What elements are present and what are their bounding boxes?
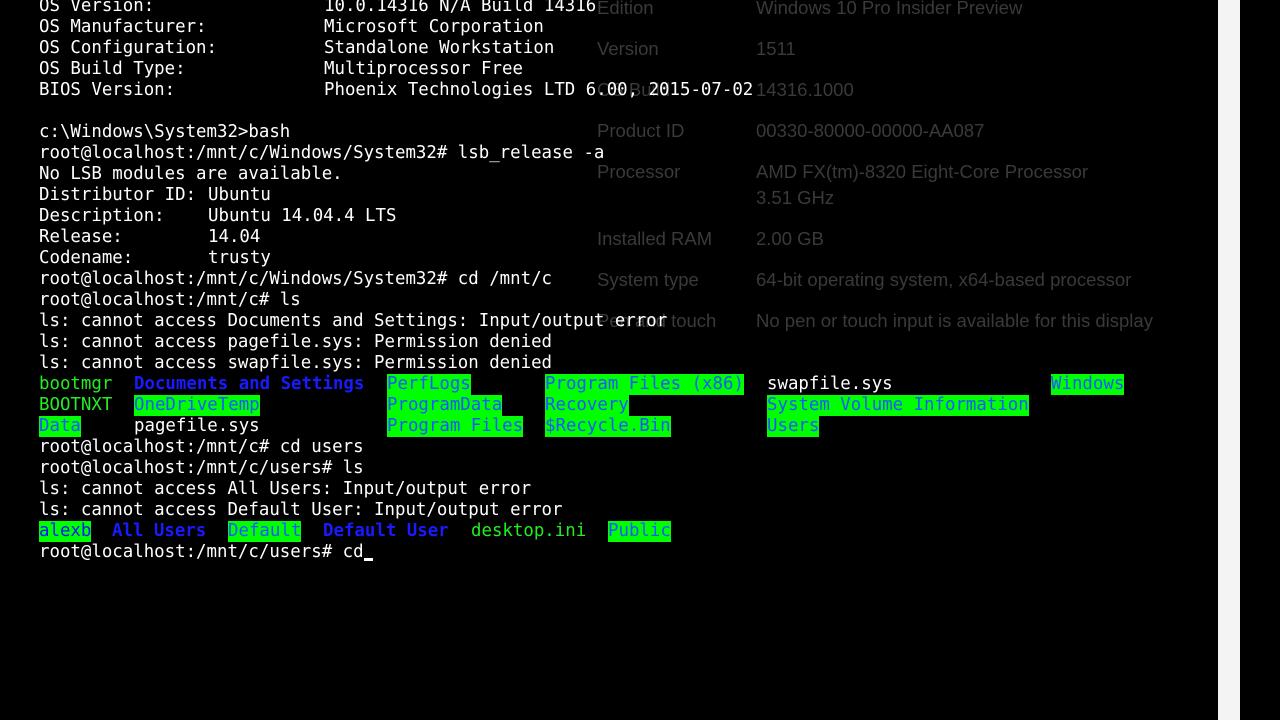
codename-value: trusty [208,248,271,268]
dir-entry-windows: Windows [1051,374,1125,395]
dir-entry-default: Default [228,521,302,542]
dir-entry-program-files: Program Files [387,416,524,437]
dir-entry-default-user: Default User [323,521,449,541]
codename-line: Codename: trusty [39,248,1220,269]
error-line: ls: cannot access Documents and Settings… [39,311,668,331]
os-build-type-line: OS Build Type: Multiprocessor Free [39,59,1220,80]
description-label: Description: [39,206,165,226]
file-entry-swapfile: swapfile.sys [767,374,893,394]
file-entry-pagefile: pagefile.sys [134,416,260,436]
dir-entry-onedrivetemp: OneDriveTemp [134,395,260,416]
dir-entry-users: Users [767,416,820,437]
dir-entry-data: Data [39,416,81,437]
file-entry-desktop-ini: desktop.ini [471,521,587,541]
cmd-cd-users-line: root@localhost:/mnt/c# cd users [39,437,364,457]
dir-entry-bootmgr: bootmgr [39,374,113,394]
error-line: ls: cannot access pagefile.sys: Permissi… [39,332,553,352]
os-configuration-line: OS Configuration: Standalone Workstation [39,38,1220,59]
os-build-type-label: OS Build Type: [39,59,186,79]
cmd-ls-line: root@localhost:/mnt/c# ls [39,290,301,310]
dir-entry-program-files-x86: Program Files (x86) [545,374,744,395]
distributor-value: Ubuntu [208,185,271,205]
os-version-line: OS Version: 10.0.14316 N/A Build 14316 [39,0,1220,17]
lsb-no-modules-line: No LSB modules are available. [39,164,343,184]
error-line: ls: cannot access Default User: Input/ou… [39,500,563,520]
os-build-type-value: Multiprocessor Free [324,59,523,79]
error-line: ls: cannot access swapfile.sys: Permissi… [39,353,553,373]
description-value: Ubuntu 14.04.4 LTS [208,206,397,226]
screen-border [1240,0,1280,720]
error-line: ls: cannot access All Users: Input/outpu… [39,479,532,499]
listing-row-1: bootmgr Documents and Settings PerfLogs … [39,374,1220,395]
bios-version-value: Phoenix Technologies LTD 6.00, 2015-07-0… [324,80,754,100]
dir-entry-recovery: Recovery [545,395,629,416]
current-prompt[interactable]: root@localhost:/mnt/c/users# cd [39,542,364,562]
dir-entry-bootnxt: BOOTNXT [39,395,113,415]
os-manufacturer-label: OS Manufacturer: [39,17,207,37]
codename-label: Codename: [39,248,134,268]
dir-entry-programdata: ProgramData [387,395,503,416]
os-configuration-value: Standalone Workstation [324,38,555,58]
distributor-label: Distributor ID: [39,185,197,205]
release-line: Release: 14.04 [39,227,1220,248]
distributor-line: Distributor ID: Ubuntu [39,185,1220,206]
text-cursor [363,558,373,561]
current-prompt-line[interactable]: root@localhost:/mnt/c/users# cd [39,542,1220,563]
os-version-label: OS Version: [39,0,155,16]
terminal-window[interactable]: OS Version: 10.0.14316 N/A Build 14316 OS… [39,0,1220,720]
dir-entry-perflogs: PerfLogs [387,374,471,395]
listing-row-3: Data pagefile.sys Program Files $Recycle… [39,416,1220,437]
dir-entry-recycle-bin: $Recycle.Bin [545,416,671,437]
dir-entry-alexb: alexb [39,521,92,542]
dir-entry-system-volume-information: System Volume Information [767,395,1029,416]
release-value: 14.04 [208,227,261,247]
cmd-ls-line: root@localhost:/mnt/c/users# ls [39,458,364,478]
window-edge [1218,0,1240,720]
bios-version-line: BIOS Version: Phoenix Technologies LTD 6.… [39,80,1220,101]
os-manufacturer-value: Microsoft Corporation [324,17,544,37]
cmd-lsb-release-line: root@localhost:/mnt/c/Windows/System32# … [39,143,605,163]
dir-entry-public: Public [608,521,671,542]
release-label: Release: [39,227,123,247]
dir-entry-all-users: All Users [112,521,207,541]
listing-row-2: BOOTNXT OneDriveTemp ProgramData Recover… [39,395,1220,416]
dir-entry-documents-and-settings: Documents and Settings [134,374,365,394]
os-configuration-label: OS Configuration: [39,38,217,58]
cmd-bash-line: c:\Windows\System32>bash [39,122,291,142]
os-version-value: 10.0.14316 N/A Build 14316 [324,0,597,16]
os-manufacturer-line: OS Manufacturer: Microsoft Corporation [39,17,1220,38]
bios-version-label: BIOS Version: [39,80,176,100]
cmd-cd-mntc-line: root@localhost:/mnt/c/Windows/System32# … [39,269,553,289]
description-line: Description: Ubuntu 14.04.4 LTS [39,206,1220,227]
users-listing-row: alexb All Users Default Default User des… [39,521,1220,542]
